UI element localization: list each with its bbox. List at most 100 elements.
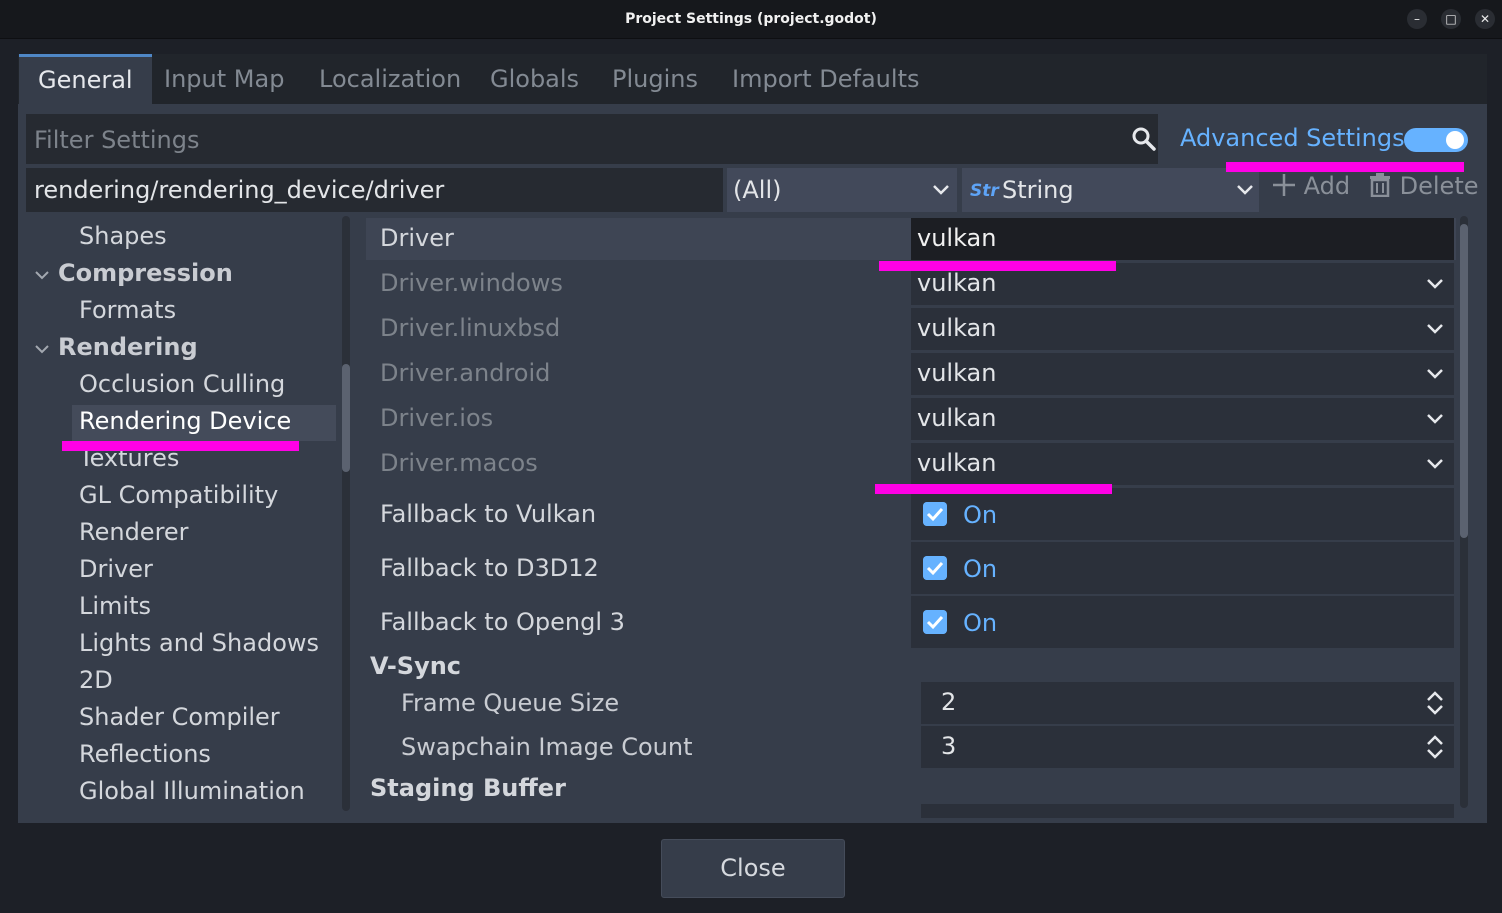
type-filter-dropdown[interactable]: (All)	[727, 168, 957, 212]
inspector-scrollbar-thumb[interactable]	[1460, 224, 1468, 538]
string-type-icon: Str	[970, 181, 999, 201]
property-label: Driver	[380, 224, 454, 252]
spin-arrows-icon[interactable]	[1426, 734, 1444, 760]
property-label: Fallback to D3D12	[380, 554, 599, 582]
property-row-driver-ios: Driver.ios vulkan	[366, 398, 1456, 440]
property-label: Fallback to Vulkan	[380, 500, 597, 528]
tree-item-shapes[interactable]: Shapes	[18, 220, 338, 256]
fallback-opengl3-checkbox[interactable]: On	[911, 596, 1454, 648]
tree-item-2d[interactable]: 2D	[18, 664, 338, 700]
chevron-down-icon	[1427, 459, 1443, 469]
property-row-fallback-d3d12: Fallback to D3D12 On	[366, 542, 1456, 594]
plus-icon	[1273, 174, 1295, 196]
property-label: Fallback to Opengl 3	[380, 608, 625, 636]
driver-ios-dropdown[interactable]: vulkan	[911, 398, 1454, 440]
annotation-underline-driver	[879, 261, 1116, 271]
tree-scrollbar-thumb[interactable]	[342, 364, 350, 472]
tree-item-driver[interactable]: Driver	[18, 553, 338, 589]
add-label: Add	[1303, 172, 1351, 200]
window-title: Project Settings (project.godot)	[625, 11, 877, 27]
frame-queue-size-spinbox[interactable]: 2	[921, 682, 1454, 724]
tree-item-gl-compatibility[interactable]: GL Compatibility	[18, 479, 338, 515]
tree-item-rendering-device[interactable]: Rendering Device	[72, 405, 336, 441]
filter-placeholder: Filter Settings	[34, 126, 200, 154]
checkbox-checked-icon	[923, 610, 947, 634]
tree-scrollbar[interactable]	[342, 216, 350, 811]
swapchain-image-count-spinbox[interactable]: 3	[921, 726, 1454, 768]
driver-linuxbsd-dropdown[interactable]: vulkan	[911, 308, 1454, 350]
chevron-down-icon	[35, 271, 49, 280]
property-row-frame-queue-size: Frame Queue Size 2	[366, 682, 1456, 724]
search-icon	[1132, 127, 1156, 151]
tree-item-global-illumination[interactable]: Global Illumination	[18, 775, 338, 811]
annotation-underline-rendering-device	[62, 441, 299, 451]
annotation-underline-advanced	[1226, 162, 1464, 172]
property-inspector: Driver vulkan Driver.windows vulkan Driv…	[366, 216, 1458, 818]
filter-settings-input[interactable]: Filter Settings	[26, 114, 1158, 164]
property-value: vulkan	[917, 314, 997, 342]
vsync-section-header: V-Sync	[370, 652, 462, 680]
property-value: vulkan	[917, 359, 997, 387]
property-value: vulkan	[917, 449, 997, 477]
tree-item-formats[interactable]: Formats	[18, 294, 338, 330]
property-label: Driver.linuxbsd	[380, 314, 561, 342]
tab-input-map[interactable]: Input Map	[145, 54, 303, 104]
tree-item-shader-compiler[interactable]: Shader Compiler	[18, 701, 338, 737]
tab-plugins[interactable]: Plugins	[593, 54, 717, 104]
tab-general[interactable]: General	[19, 54, 152, 107]
type-select-value: String	[1002, 176, 1074, 204]
property-value: vulkan	[917, 404, 997, 432]
annotation-underline-macos	[875, 484, 1112, 494]
property-row-driver-linuxbsd: Driver.linuxbsd vulkan	[366, 308, 1456, 350]
settings-tree: Shapes Compression Formats Rendering Occ…	[18, 216, 353, 823]
tab-globals[interactable]: Globals	[471, 54, 598, 104]
tree-item-compression[interactable]: Compression	[18, 257, 338, 293]
checkbox-checked-icon	[923, 556, 947, 580]
property-label: Swapchain Image Count	[401, 733, 693, 761]
advanced-settings-toggle[interactable]	[1404, 128, 1468, 152]
inspector-scrollbar[interactable]	[1460, 216, 1468, 808]
delete-label: Delete	[1399, 172, 1479, 200]
chevron-down-icon	[1427, 414, 1443, 424]
driver-value-field[interactable]: vulkan	[911, 218, 1454, 260]
tree-item-limits[interactable]: Limits	[18, 590, 338, 626]
type-select-dropdown[interactable]: Str String	[962, 168, 1259, 212]
driver-android-dropdown[interactable]: vulkan	[911, 353, 1454, 395]
add-button[interactable]: Add	[1272, 172, 1350, 200]
tree-item-reflections[interactable]: Reflections	[18, 738, 338, 774]
property-value: vulkan	[917, 224, 997, 252]
chevron-down-icon	[1237, 185, 1253, 195]
spin-arrows-icon[interactable]	[1426, 690, 1444, 716]
fallback-vulkan-checkbox[interactable]: On	[911, 488, 1454, 540]
trash-icon	[1370, 173, 1390, 198]
chevron-down-icon	[1427, 324, 1443, 334]
close-window-button[interactable]: ✕	[1475, 9, 1495, 29]
property-row-driver-macos: Driver.macos vulkan	[366, 443, 1456, 485]
property-row-fallback-opengl3: Fallback to Opengl 3 On	[366, 596, 1456, 648]
tab-localization[interactable]: Localization	[300, 54, 480, 104]
property-value: 2	[941, 688, 957, 716]
tree-item-rendering[interactable]: Rendering	[18, 331, 338, 367]
driver-macos-dropdown[interactable]: vulkan	[911, 443, 1454, 485]
property-path-value: rendering/rendering_device/driver	[34, 176, 445, 204]
minimize-button[interactable]: –	[1407, 9, 1427, 29]
checkbox-value: On	[963, 501, 998, 529]
property-path-input[interactable]: rendering/rendering_device/driver	[26, 168, 723, 212]
tree-item-lights-and-shadows[interactable]: Lights and Shadows	[18, 627, 338, 663]
tree-item-occlusion-culling[interactable]: Occlusion Culling	[18, 368, 338, 404]
tab-import-defaults[interactable]: Import Defaults	[713, 54, 938, 104]
maximize-button[interactable]: □	[1441, 9, 1461, 29]
partially-hidden-spinbox[interactable]	[921, 804, 1454, 818]
checkbox-value: On	[963, 609, 998, 637]
tab-bar: General Input Map Localization Globals P…	[18, 54, 1487, 107]
delete-button[interactable]: Delete	[1368, 172, 1479, 200]
title-bar: Project Settings (project.godot) – □ ✕	[0, 0, 1502, 39]
chevron-down-icon	[933, 185, 949, 195]
close-button[interactable]: Close	[661, 839, 845, 898]
fallback-d3d12-checkbox[interactable]: On	[911, 542, 1454, 594]
chevron-down-icon	[35, 345, 49, 354]
property-row-driver-android: Driver.android vulkan	[366, 353, 1456, 395]
property-row-fallback-vulkan: Fallback to Vulkan On	[366, 488, 1456, 540]
tree-item-renderer[interactable]: Renderer	[18, 516, 338, 552]
type-filter-value: (All)	[733, 176, 782, 204]
